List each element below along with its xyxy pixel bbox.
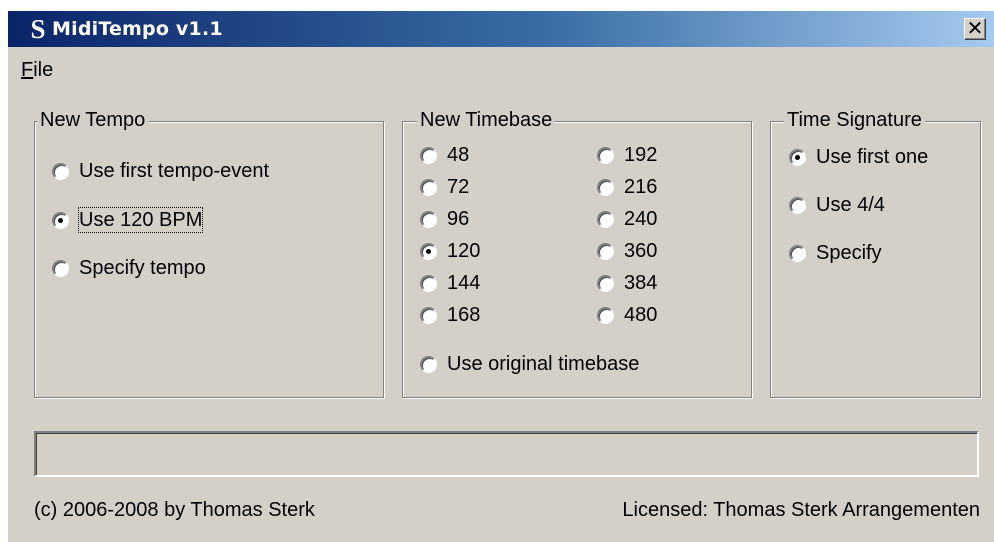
timebase-option-original-label: Use original timebase xyxy=(447,353,640,375)
radio-button-icon[interactable] xyxy=(789,148,806,166)
tempo-option-3[interactable]: Specify tempo xyxy=(52,256,206,280)
radio-button-icon[interactable] xyxy=(597,242,614,260)
new-timebase-legend: New Timebase xyxy=(417,109,556,131)
menu-file-accelerator: F xyxy=(21,59,34,81)
timebase-option-480-label: 480 xyxy=(624,304,658,326)
radio-button-icon[interactable] xyxy=(597,306,614,324)
radio-button-icon[interactable] xyxy=(420,306,437,324)
radio-button-icon[interactable] xyxy=(789,244,806,262)
close-icon: ✕ xyxy=(966,16,984,40)
timebase-option-360-label: 360 xyxy=(624,240,658,262)
radio-button-icon[interactable] xyxy=(420,146,437,164)
timesig-option-1[interactable]: Use first one xyxy=(789,145,928,169)
timebase-option-384-label: 384 xyxy=(624,272,658,294)
timesig-option-3[interactable]: Specify xyxy=(789,241,882,265)
radio-button-icon[interactable] xyxy=(420,178,437,196)
tempo-option-2[interactable]: Use 120 BPM xyxy=(52,207,204,233)
radio-selected-dot-icon xyxy=(795,154,800,160)
copyright-text: (c) 2006-2008 by Thomas Sterk xyxy=(34,499,315,521)
close-button[interactable]: ✕ xyxy=(964,18,986,40)
timebase-option-168[interactable]: 168 xyxy=(420,303,480,327)
timebase-option-240-label: 240 xyxy=(624,208,658,230)
timebase-option-144[interactable]: 144 xyxy=(420,271,480,295)
menu-file-label: ile xyxy=(33,59,54,81)
app-logo-icon[interactable]: S xyxy=(28,14,48,44)
radio-button-icon[interactable] xyxy=(52,259,69,277)
timebase-option-168-label: 168 xyxy=(447,304,481,326)
timesig-option-3-label: Specify xyxy=(816,242,882,264)
menu-file[interactable]: File xyxy=(21,57,53,83)
radio-button-icon[interactable] xyxy=(789,196,806,214)
timebase-option-48-label: 48 xyxy=(447,144,470,166)
radio-button-icon[interactable] xyxy=(420,242,437,260)
timebase-option-96[interactable]: 96 xyxy=(420,207,469,231)
title-bar[interactable]: S MidiTempo v1.1 ✕ xyxy=(8,11,994,47)
radio-button-icon[interactable] xyxy=(597,146,614,164)
timebase-option-360[interactable]: 360 xyxy=(597,239,657,263)
radio-button-icon[interactable] xyxy=(52,162,69,180)
radio-button-icon[interactable] xyxy=(420,210,437,228)
license-text: Licensed: Thomas Sterk Arrangementen xyxy=(622,499,980,521)
time-signature-legend: Time Signature xyxy=(784,109,925,131)
timesig-option-2-label: Use 4/4 xyxy=(816,194,885,216)
radio-button-icon[interactable] xyxy=(420,355,437,373)
radio-button-icon[interactable] xyxy=(597,274,614,292)
timebase-option-384[interactable]: 384 xyxy=(597,271,657,295)
progress-bar xyxy=(34,431,979,477)
timebase-option-120[interactable]: 120 xyxy=(420,239,480,263)
radio-selected-dot-icon xyxy=(426,248,431,254)
radio-button-icon[interactable] xyxy=(597,210,614,228)
timesig-option-2[interactable]: Use 4/4 xyxy=(789,193,885,217)
timebase-option-480[interactable]: 480 xyxy=(597,303,657,327)
app-window: S MidiTempo v1.1 ✕ File New Tempo New Ti… xyxy=(7,10,994,542)
tempo-option-3-label: Specify tempo xyxy=(79,257,206,279)
timebase-option-120-label: 120 xyxy=(447,240,481,262)
timebase-option-216-label: 216 xyxy=(624,176,658,198)
timebase-option-192-label: 192 xyxy=(624,144,658,166)
timebase-option-original[interactable]: Use original timebase xyxy=(420,352,639,376)
radio-selected-dot-icon xyxy=(58,217,63,223)
timebase-option-48[interactable]: 48 xyxy=(420,143,469,167)
new-tempo-legend: New Tempo xyxy=(37,109,149,131)
tempo-option-1-label: Use first tempo-event xyxy=(79,160,270,182)
timebase-option-72[interactable]: 72 xyxy=(420,175,469,199)
radio-button-icon[interactable] xyxy=(420,274,437,292)
timebase-option-96-label: 96 xyxy=(447,208,470,230)
timesig-option-1-label: Use first one xyxy=(816,146,929,168)
window-title: MidiTempo v1.1 xyxy=(52,18,223,40)
menu-bar: File xyxy=(8,55,994,85)
tempo-option-2-label: Use 120 BPM xyxy=(77,207,204,233)
radio-button-icon[interactable] xyxy=(52,211,69,229)
timebase-option-192[interactable]: 192 xyxy=(597,143,657,167)
timebase-option-72-label: 72 xyxy=(447,176,470,198)
tempo-option-1[interactable]: Use first tempo-event xyxy=(52,159,269,183)
timebase-option-240[interactable]: 240 xyxy=(597,207,657,231)
radio-button-icon[interactable] xyxy=(597,178,614,196)
timebase-option-216[interactable]: 216 xyxy=(597,175,657,199)
timebase-option-144-label: 144 xyxy=(447,272,481,294)
